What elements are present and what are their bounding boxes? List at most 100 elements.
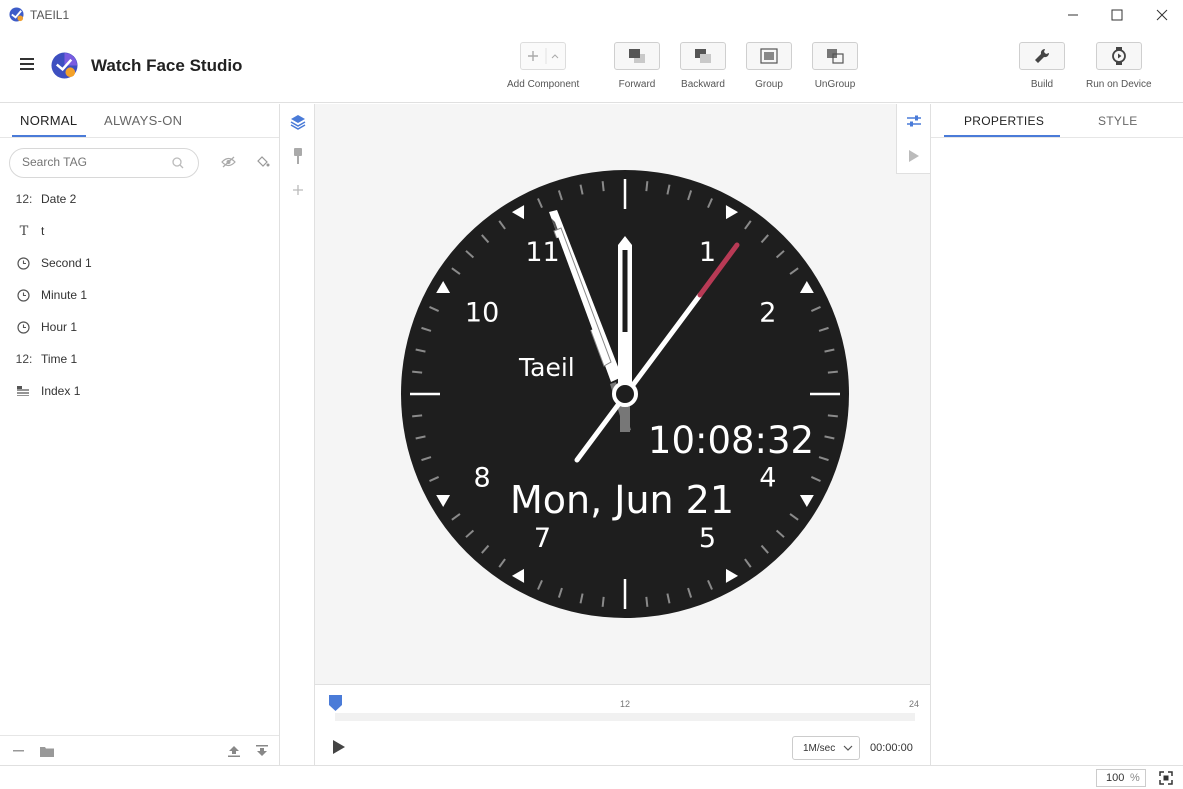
- layer-item-time-1[interactable]: 12: Time 1: [0, 343, 279, 375]
- play-preview-icon[interactable]: [909, 150, 919, 162]
- clock-icon: [17, 321, 30, 334]
- brush-icon[interactable]: [293, 148, 303, 164]
- chevron-down-icon: [843, 745, 853, 751]
- layer-item-second-1[interactable]: Second 1: [0, 247, 279, 279]
- app-logo: [51, 52, 78, 79]
- hour-numeral: 1: [699, 237, 716, 268]
- layer-item-hour-1[interactable]: Hour 1: [0, 311, 279, 343]
- timeline: 12 24 1M/sec 00:00:00: [315, 684, 930, 765]
- watch-icon: [1111, 47, 1126, 65]
- tab-always-on[interactable]: ALWAYS-ON: [104, 113, 182, 128]
- mode-tabs: NORMAL ALWAYS-ON: [0, 104, 279, 138]
- clock-icon: [17, 289, 30, 302]
- app-logo-icon: [9, 7, 24, 22]
- digital-time: 10:08:32: [648, 419, 814, 462]
- layer-name: Date 2: [41, 192, 77, 206]
- minute-tick: [412, 414, 423, 418]
- canvas-area[interactable]: 1 2 4 5 7 8 10 11 Taeil 10:08:32 Mon, Jun 21: [315, 104, 930, 684]
- search-input[interactable]: [22, 155, 162, 169]
- add-component-button[interactable]: Add Component: [507, 42, 579, 90]
- visibility-off-icon[interactable]: [221, 156, 236, 168]
- backward-label: Backward: [681, 79, 725, 90]
- hour-numeral: 4: [759, 463, 776, 494]
- date-text: Mon, Jun 21: [510, 478, 734, 522]
- run-on-device-label: Run on Device: [1086, 79, 1152, 90]
- backward-button[interactable]: Backward: [680, 42, 726, 90]
- folder-icon[interactable]: [40, 745, 54, 757]
- hour-numeral: 10: [465, 298, 499, 329]
- minute-tick: [601, 181, 605, 192]
- close-icon: [1156, 9, 1168, 21]
- zoom-field[interactable]: 100 %: [1096, 769, 1146, 787]
- zoom-unit: %: [1130, 772, 1140, 784]
- layer-item-t[interactable]: T t: [0, 215, 279, 247]
- move-to-bottom-icon[interactable]: [256, 745, 268, 757]
- minute-tick: [645, 181, 649, 192]
- tool-strip: [281, 104, 315, 765]
- remove-icon[interactable]: [13, 750, 24, 752]
- tab-style[interactable]: STYLE: [1098, 114, 1138, 128]
- add-icon[interactable]: [292, 184, 304, 196]
- paint-bucket-icon[interactable]: [256, 156, 270, 168]
- speed-select[interactable]: 1M/sec: [792, 736, 860, 760]
- layer-item-minute-1[interactable]: Minute 1: [0, 279, 279, 311]
- main-toolbar: Watch Face Studio Add Component Forward …: [0, 30, 1183, 103]
- clock-icon: [17, 257, 30, 270]
- layer-item-date-2[interactable]: 12: Date 2: [0, 183, 279, 215]
- move-to-top-icon[interactable]: [228, 745, 240, 757]
- tab-properties[interactable]: PROPERTIES: [964, 114, 1044, 128]
- zoom-value: 100: [1106, 772, 1125, 784]
- layer-name: Time 1: [41, 352, 78, 366]
- timeline-track[interactable]: [335, 713, 915, 721]
- backward-icon: [695, 49, 711, 63]
- minute-tick: [601, 596, 605, 607]
- hour-numeral: 2: [759, 298, 776, 329]
- layer-name: Minute 1: [41, 288, 88, 302]
- ungroup-button[interactable]: UnGroup: [812, 42, 858, 90]
- active-tab-indicator: [944, 135, 1060, 137]
- minimize-icon: [1068, 14, 1078, 16]
- build-label: Build: [1030, 79, 1054, 90]
- watch-face-preview[interactable]: 1 2 4 5 7 8 10 11 Taeil 10:08:32 Mon, Jun 21: [401, 170, 849, 618]
- build-button[interactable]: Build: [1019, 42, 1065, 90]
- tab-normal[interactable]: NORMAL: [20, 113, 77, 128]
- group-icon: [760, 48, 778, 64]
- menu-icon[interactable]: [20, 58, 34, 70]
- minute-tick: [827, 370, 838, 374]
- close-button[interactable]: [1139, 0, 1183, 30]
- app-name: Watch Face Studio: [91, 56, 243, 75]
- center-cap: [612, 381, 638, 407]
- digital-clock-icon: 12:: [15, 192, 33, 206]
- layers-icon[interactable]: [290, 114, 306, 130]
- fit-screen-icon[interactable]: [1159, 771, 1173, 785]
- layers-footer: [0, 735, 279, 765]
- maximize-button[interactable]: [1094, 0, 1140, 30]
- search-tag-field[interactable]: [9, 148, 199, 178]
- digital-clock-icon: 12:: [15, 352, 33, 366]
- forward-button[interactable]: Forward: [614, 42, 660, 90]
- layer-name: Second 1: [41, 256, 92, 270]
- active-tab-indicator: [12, 135, 86, 137]
- properties-panel: PROPERTIES STYLE: [930, 104, 1183, 765]
- speed-value: 1M/sec: [803, 743, 836, 754]
- hour-numeral: 11: [525, 237, 559, 268]
- minimize-button[interactable]: [1050, 0, 1096, 30]
- run-on-device-button[interactable]: Run on Device: [1086, 42, 1152, 90]
- index-icon: [17, 386, 29, 396]
- play-icon[interactable]: [333, 740, 345, 754]
- layer-name: Hour 1: [41, 320, 78, 334]
- group-button[interactable]: Group: [746, 42, 792, 90]
- window-title: TAEIL1: [30, 8, 70, 22]
- add-icon: [528, 48, 559, 64]
- timeline-tick-24: 24: [909, 699, 920, 709]
- timeline-time: 00:00:00: [870, 742, 913, 754]
- brand-label: Taeil: [518, 353, 575, 382]
- timeline-tick-12: 12: [620, 699, 631, 709]
- minute-tick: [645, 596, 649, 607]
- timeline-marker[interactable]: [329, 695, 342, 711]
- group-label: Group: [755, 79, 783, 90]
- sliders-icon[interactable]: [907, 115, 921, 127]
- add-component-label: Add Component: [507, 79, 580, 90]
- layer-item-index-1[interactable]: Index 1: [0, 375, 279, 407]
- text-icon: T: [19, 224, 29, 239]
